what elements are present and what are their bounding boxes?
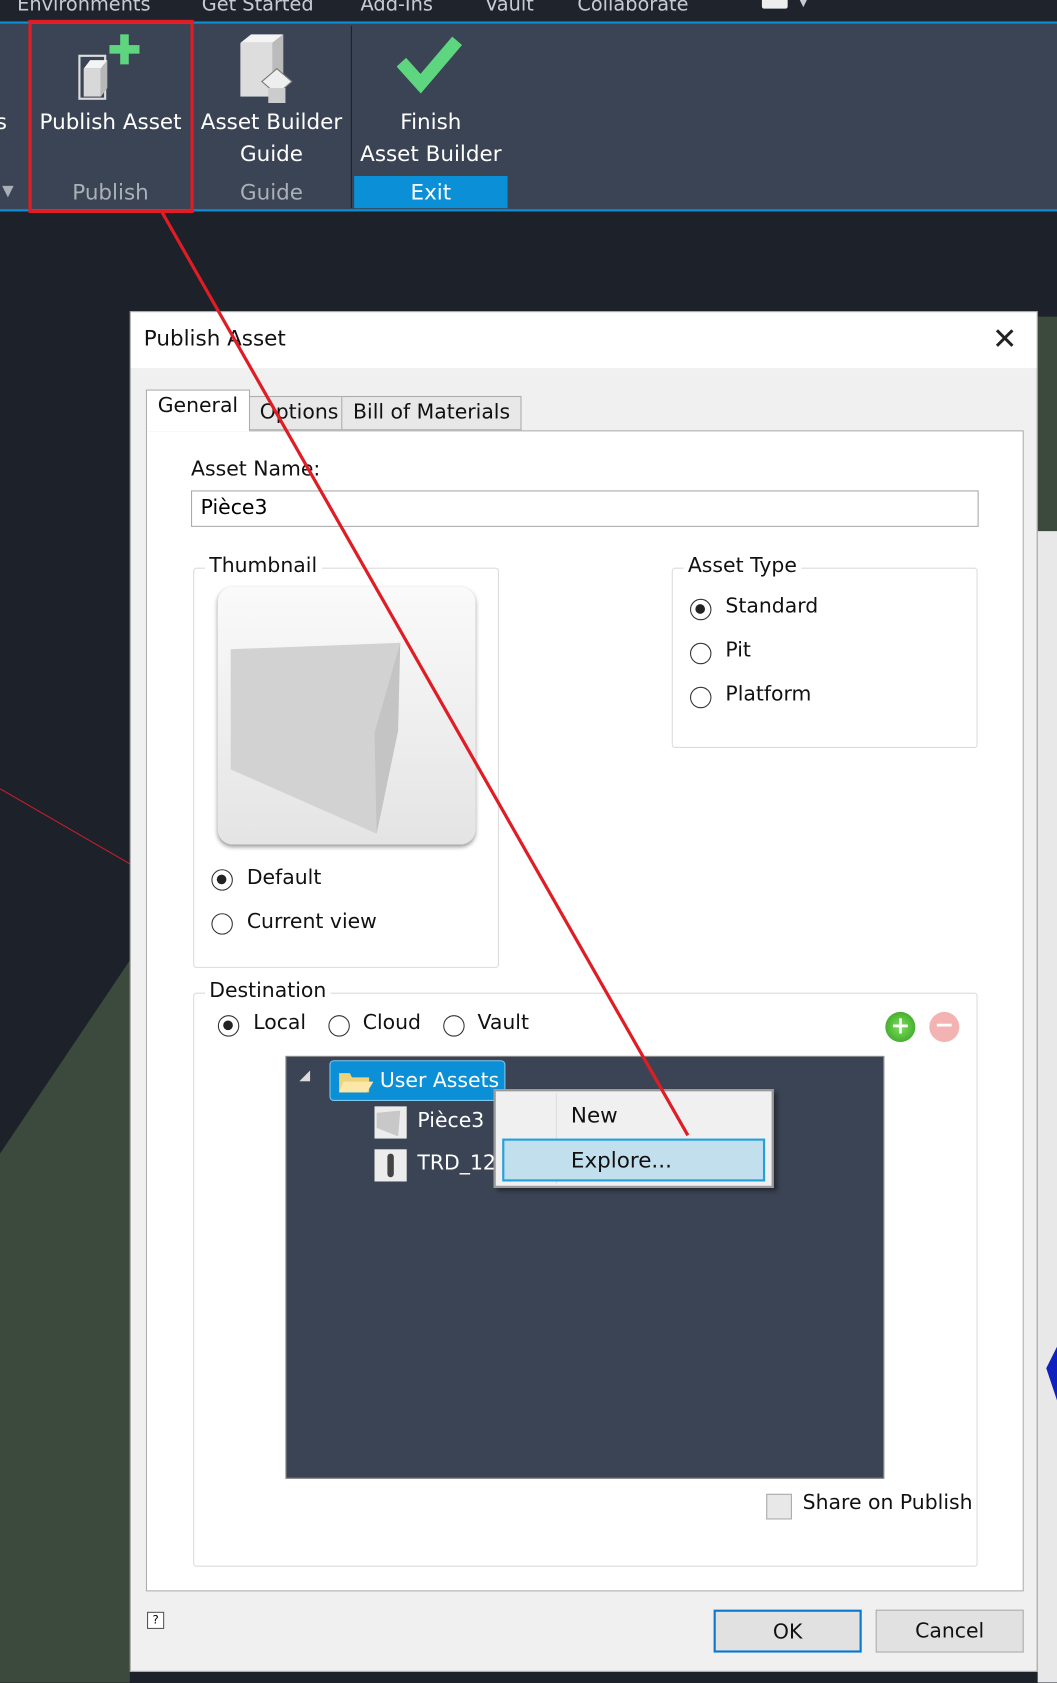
publish-asset-label: Publish Asset <box>39 108 182 135</box>
standard-label: Standard <box>725 594 819 619</box>
group-guide-label: Guide <box>239 179 303 205</box>
asset-tree: ◢ User Assets Pièce3 TRD_12 New Explore.… <box>285 1055 885 1479</box>
context-menu: New Explore... <box>493 1089 774 1188</box>
group-exit-label: Exit <box>354 175 508 209</box>
part-thumbnail-image <box>230 642 401 834</box>
dropdown-arrow-icon[interactable]: ▼ <box>2 182 14 199</box>
folder-icon <box>339 1073 374 1093</box>
tab-environments[interactable]: Environments <box>17 0 150 16</box>
share-on-publish-checkbox[interactable] <box>766 1493 792 1520</box>
thumbnail-default-radio[interactable] <box>211 869 233 891</box>
asset-name-label: Asset Name: <box>191 457 321 481</box>
publish-asset-button[interactable]: Publish Asset Publish <box>32 24 189 210</box>
ok-button[interactable]: OK <box>713 1609 862 1653</box>
ribbon-panel: s ▼ Publish Asset Publish Asset BuilderG… <box>0 21 1057 212</box>
cloud-radio[interactable] <box>328 1015 350 1037</box>
finish-asset-builder-button[interactable]: Finish Asset Builder Exit <box>354 24 508 210</box>
dialog-title: Publish Asset <box>143 325 286 351</box>
menu-item-explore[interactable]: Explore... <box>502 1138 766 1182</box>
group-publish-label: Publish <box>72 179 149 205</box>
publish-asset-icon <box>78 34 140 100</box>
thumbnail-group: Thumbnail Default Current view <box>193 553 499 968</box>
ribbon-divider <box>350 25 352 209</box>
dialog-title-bar: Publish Asset <box>130 312 1037 369</box>
platform-radio[interactable] <box>690 686 712 709</box>
thumbnail-current-view-radio[interactable] <box>211 913 233 935</box>
asset-type-legend: Asset Type <box>683 553 802 578</box>
tree-node-user-assets[interactable]: User Assets <box>329 1060 506 1102</box>
remove-location-icon[interactable]: − <box>929 1011 960 1042</box>
tab-options[interactable]: Options <box>247 395 351 431</box>
component-icon <box>374 1149 407 1182</box>
help-icon[interactable]: ? <box>147 1611 165 1629</box>
cut-label: s <box>0 105 7 137</box>
asset-builder-guide-button[interactable]: Asset Builder Guide Guide <box>193 24 350 210</box>
local-label: Local <box>253 1010 307 1035</box>
user-icon[interactable] <box>761 0 788 9</box>
thumbnail-current-view-label: Current view <box>246 909 377 934</box>
share-on-publish-label: Share on Publish <box>802 1490 973 1515</box>
finish-label: Finish Asset Builder <box>360 108 502 167</box>
cancel-button[interactable]: Cancel <box>875 1609 1024 1653</box>
add-location-icon[interactable]: + <box>885 1011 916 1042</box>
tab-get-started[interactable]: Get Started <box>202 0 314 16</box>
tree-node-label: User Assets <box>379 1068 500 1093</box>
destination-legend: Destination <box>204 978 331 1003</box>
platform-label: Platform <box>725 682 812 707</box>
checkmark-icon <box>397 36 463 94</box>
tree-node-trd12[interactable]: TRD_12 <box>417 1151 495 1175</box>
tab-bill-of-materials[interactable]: Bill of Materials <box>341 395 522 431</box>
asset-name-input[interactable]: Pièce3 <box>191 490 979 527</box>
ribbon-tab-bar: Environments Get Started Add-Ins Vault C… <box>0 0 1057 22</box>
menu-item-new[interactable]: New <box>571 1102 618 1128</box>
thumbnail-default-label: Default <box>246 865 322 890</box>
cloud-label: Cloud <box>362 1010 421 1035</box>
thumbnail-preview <box>217 586 476 845</box>
guide-icon <box>240 34 293 104</box>
guide-label: Asset Builder Guide <box>200 108 343 167</box>
tab-collaborate[interactable]: Collaborate <box>577 0 688 16</box>
part-icon <box>374 1106 407 1139</box>
tab-add-ins[interactable]: Add-Ins <box>361 0 433 16</box>
tab-vault[interactable]: Vault <box>485 0 534 16</box>
expand-triangle-icon[interactable]: ◢ <box>299 1068 310 1084</box>
vault-label: Vault <box>477 1010 529 1035</box>
tab-general[interactable]: General <box>145 389 250 432</box>
publish-asset-dialog: Publish Asset ✕ General Options Bill of … <box>129 311 1038 1672</box>
local-radio[interactable] <box>217 1015 240 1037</box>
asset-type-group: Asset Type Standard Pit Platform <box>671 553 978 748</box>
destination-group: Destination Local Cloud Vault + − ◢ User… <box>193 978 978 1567</box>
tree-node-piece3[interactable]: Pièce3 <box>417 1109 484 1133</box>
standard-radio[interactable] <box>690 598 712 621</box>
thumbnail-legend: Thumbnail <box>204 553 322 578</box>
chevron-down-icon[interactable]: ▼ <box>798 0 808 9</box>
pit-label: Pit <box>725 638 751 663</box>
close-icon[interactable]: ✕ <box>992 321 1017 356</box>
vault-radio[interactable] <box>443 1015 465 1037</box>
general-panel: Asset Name: Pièce3 Thumbnail Default Cur… <box>145 430 1024 1592</box>
menu-item-explore-label: Explore... <box>570 1147 672 1173</box>
pit-radio[interactable] <box>690 642 712 665</box>
